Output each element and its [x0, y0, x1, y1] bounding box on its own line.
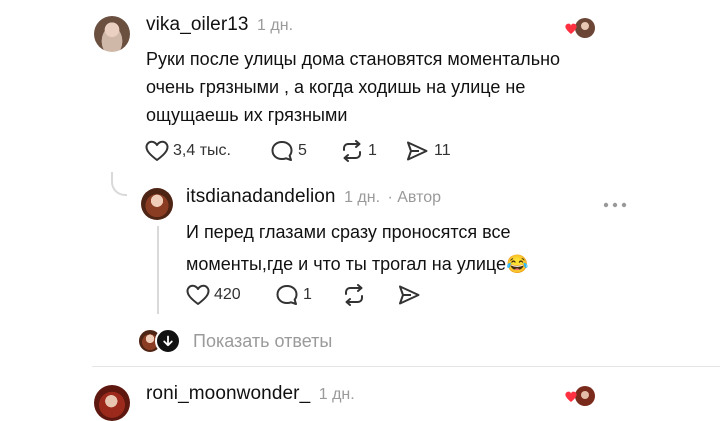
- comment-text: Руки после улицы дома становятся момента…: [146, 45, 626, 129]
- reply-count: 5: [298, 142, 307, 159]
- comment-bubble-icon: [271, 141, 293, 161]
- repost-button[interactable]: [342, 284, 366, 306]
- comment-text-line: ощущаешь их грязными: [146, 105, 348, 125]
- more-dots-icon: [603, 202, 627, 208]
- timestamp: 1 дн.: [318, 386, 355, 403]
- comment-text-line: И перед глазами сразу проносятся все: [186, 222, 511, 242]
- comment-header: itsdianadandelion 1 дн. · Автор: [186, 186, 441, 208]
- comment-text-line: моменты,где и что ты трогал на улице😂: [186, 254, 529, 274]
- show-replies-label: Показать ответы: [193, 330, 333, 351]
- divider: [92, 366, 720, 367]
- reply-button[interactable]: 5: [270, 140, 307, 162]
- author-label: · Автор: [387, 189, 442, 206]
- timestamp: 1 дн.: [257, 17, 294, 34]
- repost-count: 1: [368, 142, 377, 159]
- like-count: 3,4 тыс.: [173, 142, 231, 159]
- author-liked-badge: [563, 17, 595, 39]
- comment-text: И перед глазами сразу проносятся все мом…: [186, 218, 626, 278]
- author-liked-badge: [563, 385, 595, 407]
- comment-bubble-icon: [276, 285, 298, 305]
- comment-header: roni_moonwonder_ 1 дн.: [146, 383, 355, 405]
- repost-button[interactable]: 1: [340, 140, 377, 162]
- share-button[interactable]: [397, 284, 421, 306]
- username[interactable]: vika_oiler13: [146, 14, 249, 35]
- send-icon: [399, 285, 420, 305]
- avatar[interactable]: [94, 385, 130, 421]
- reply-button[interactable]: 1: [275, 284, 312, 306]
- heart-icon: [186, 284, 210, 305]
- like-button[interactable]: 420: [186, 284, 241, 306]
- like-button[interactable]: 3,4 тыс.: [145, 140, 231, 162]
- share-count: 11: [434, 142, 451, 159]
- more-options-button[interactable]: [603, 195, 627, 213]
- chevron-down-icon: [155, 328, 181, 354]
- thread-line: [157, 226, 159, 314]
- avatar[interactable]: [94, 16, 130, 52]
- timestamp: 1 дн.: [344, 189, 381, 206]
- repost-icon: [343, 140, 361, 162]
- thread-line: [111, 172, 127, 196]
- avatar[interactable]: [141, 188, 173, 220]
- share-button[interactable]: 11: [405, 140, 451, 162]
- send-icon: [407, 141, 428, 161]
- username[interactable]: itsdianadandelion: [186, 186, 336, 207]
- comment-header: vika_oiler13 1 дн.: [146, 14, 293, 36]
- repost-icon: [345, 284, 363, 306]
- like-count: 420: [214, 286, 241, 303]
- comment-text-line: Руки после улицы дома становятся момента…: [146, 49, 561, 69]
- username[interactable]: roni_moonwonder_: [146, 383, 310, 404]
- show-replies-button[interactable]: Показать ответы: [137, 328, 332, 354]
- reply-count: 1: [303, 286, 312, 303]
- heart-icon: [145, 140, 169, 161]
- comment-text-line: очень грязными , а когда ходишь на улице…: [146, 77, 526, 97]
